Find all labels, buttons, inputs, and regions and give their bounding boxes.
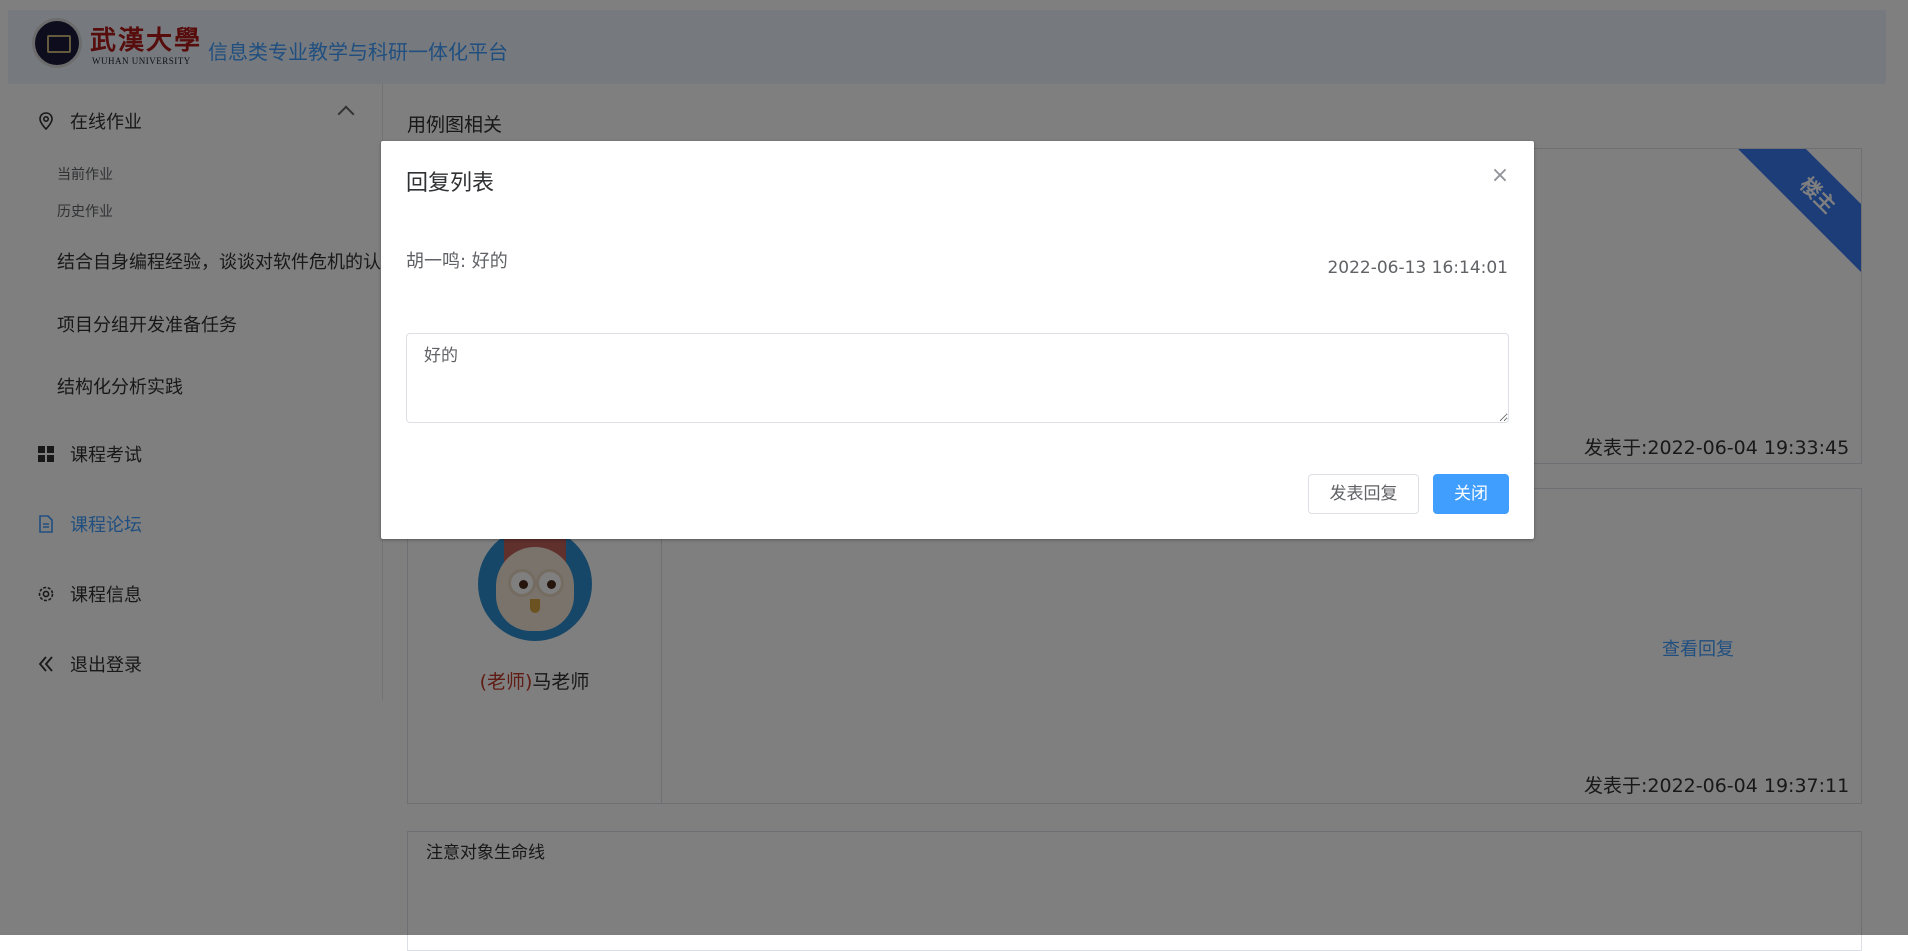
reply-content: 胡一鸣: 好的 xyxy=(406,251,508,272)
publish-reply-button[interactable]: 发表回复 xyxy=(1308,474,1419,514)
close-icon[interactable]: × xyxy=(1488,165,1512,189)
reply-timestamp: 2022-06-13 16:14:01 xyxy=(1327,258,1508,278)
reply-list-dialog: 回复列表 × 胡一鸣: 好的 2022-06-13 16:14:01 好的 发表… xyxy=(381,141,1534,539)
reply-textarea[interactable]: 好的 xyxy=(406,333,1509,423)
dialog-title: 回复列表 xyxy=(406,171,495,196)
close-button[interactable]: 关闭 xyxy=(1433,474,1509,514)
